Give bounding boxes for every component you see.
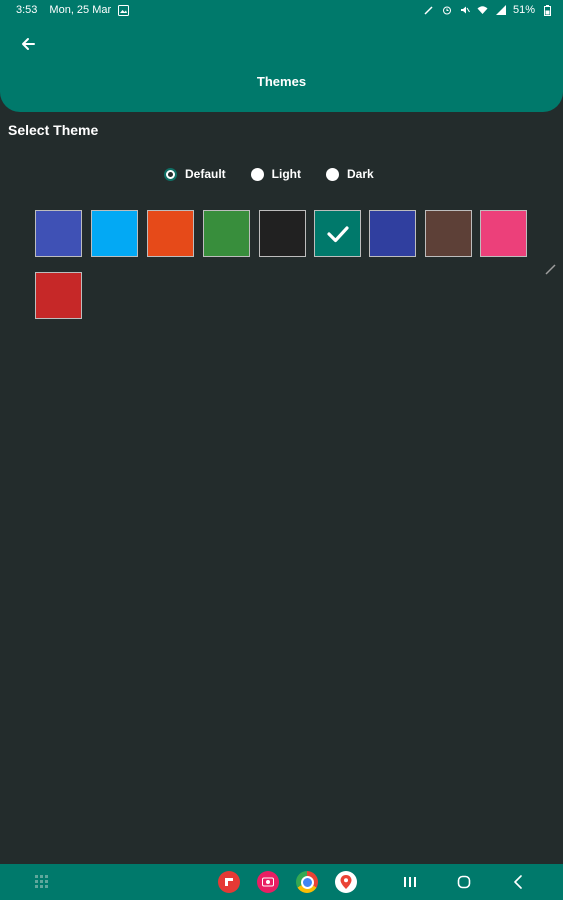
swatch-teal[interactable] (314, 210, 361, 257)
chrome-app-button[interactable] (295, 870, 319, 894)
status-date: Mon, 25 Mar (49, 4, 112, 16)
signal-icon (495, 4, 507, 16)
pen-icon (545, 264, 556, 275)
page-title: Themes (256, 74, 307, 89)
app-bar: Themes (0, 22, 563, 112)
arrow-left-icon (22, 38, 35, 50)
swatch-green[interactable] (203, 210, 250, 257)
pen-icon (423, 4, 435, 16)
alarm-icon (441, 4, 453, 16)
swatch-brown[interactable] (425, 210, 472, 257)
edge-panel-handle[interactable] (545, 262, 557, 275)
radio-option-dark[interactable]: Dark (326, 167, 374, 181)
status-bar: 3:53 Mon, 25 Mar 51% (0, 0, 563, 22)
radio-option-light[interactable]: Light (250, 167, 301, 181)
back-icon (514, 875, 522, 889)
radio-label-light: Light (271, 167, 301, 181)
system-back-button[interactable] (506, 870, 530, 894)
swatch-red[interactable] (35, 272, 82, 319)
wifi-icon (477, 4, 489, 16)
radio-button-default[interactable] (164, 167, 177, 181)
radio-button-light[interactable] (250, 167, 264, 181)
apps-grid-icon (35, 875, 48, 888)
battery-icon (541, 4, 553, 16)
back-button[interactable] (14, 30, 42, 58)
flipboard-icon (218, 871, 240, 893)
flipboard-app-button[interactable] (217, 870, 241, 894)
maps-icon (335, 871, 357, 893)
theme-mode-radio-group: Default Light Dark (164, 164, 374, 184)
home-icon (457, 875, 471, 889)
radio-option-default[interactable]: Default (164, 167, 226, 181)
swatch-indigo[interactable] (35, 210, 82, 257)
battery-percent: 51% (512, 4, 535, 16)
recents-icon (404, 877, 416, 887)
checkmark-icon (326, 225, 349, 242)
swatch-light-blue[interactable] (91, 210, 138, 257)
status-time: 3:53 (16, 4, 38, 16)
screen-recorder-icon (257, 871, 279, 893)
swatch-pink[interactable] (480, 210, 527, 257)
maps-app-button[interactable] (334, 870, 358, 894)
apps-grid-button[interactable] (30, 870, 54, 894)
swatch-deep-orange[interactable] (147, 210, 194, 257)
mute-icon (459, 4, 471, 16)
gallery-notification-icon (117, 4, 129, 16)
chrome-icon (296, 871, 318, 893)
system-navigation-bar (0, 864, 563, 900)
radio-label-dark: Dark (347, 167, 374, 181)
screen-recorder-app-button[interactable] (256, 870, 280, 894)
recents-button[interactable] (398, 870, 422, 894)
swatch-black[interactable] (259, 210, 306, 257)
section-title: Select Theme (8, 122, 99, 138)
swatch-dark-indigo[interactable] (369, 210, 416, 257)
radio-button-dark[interactable] (326, 167, 339, 181)
radio-label-default: Default (185, 167, 226, 181)
home-button[interactable] (452, 870, 476, 894)
